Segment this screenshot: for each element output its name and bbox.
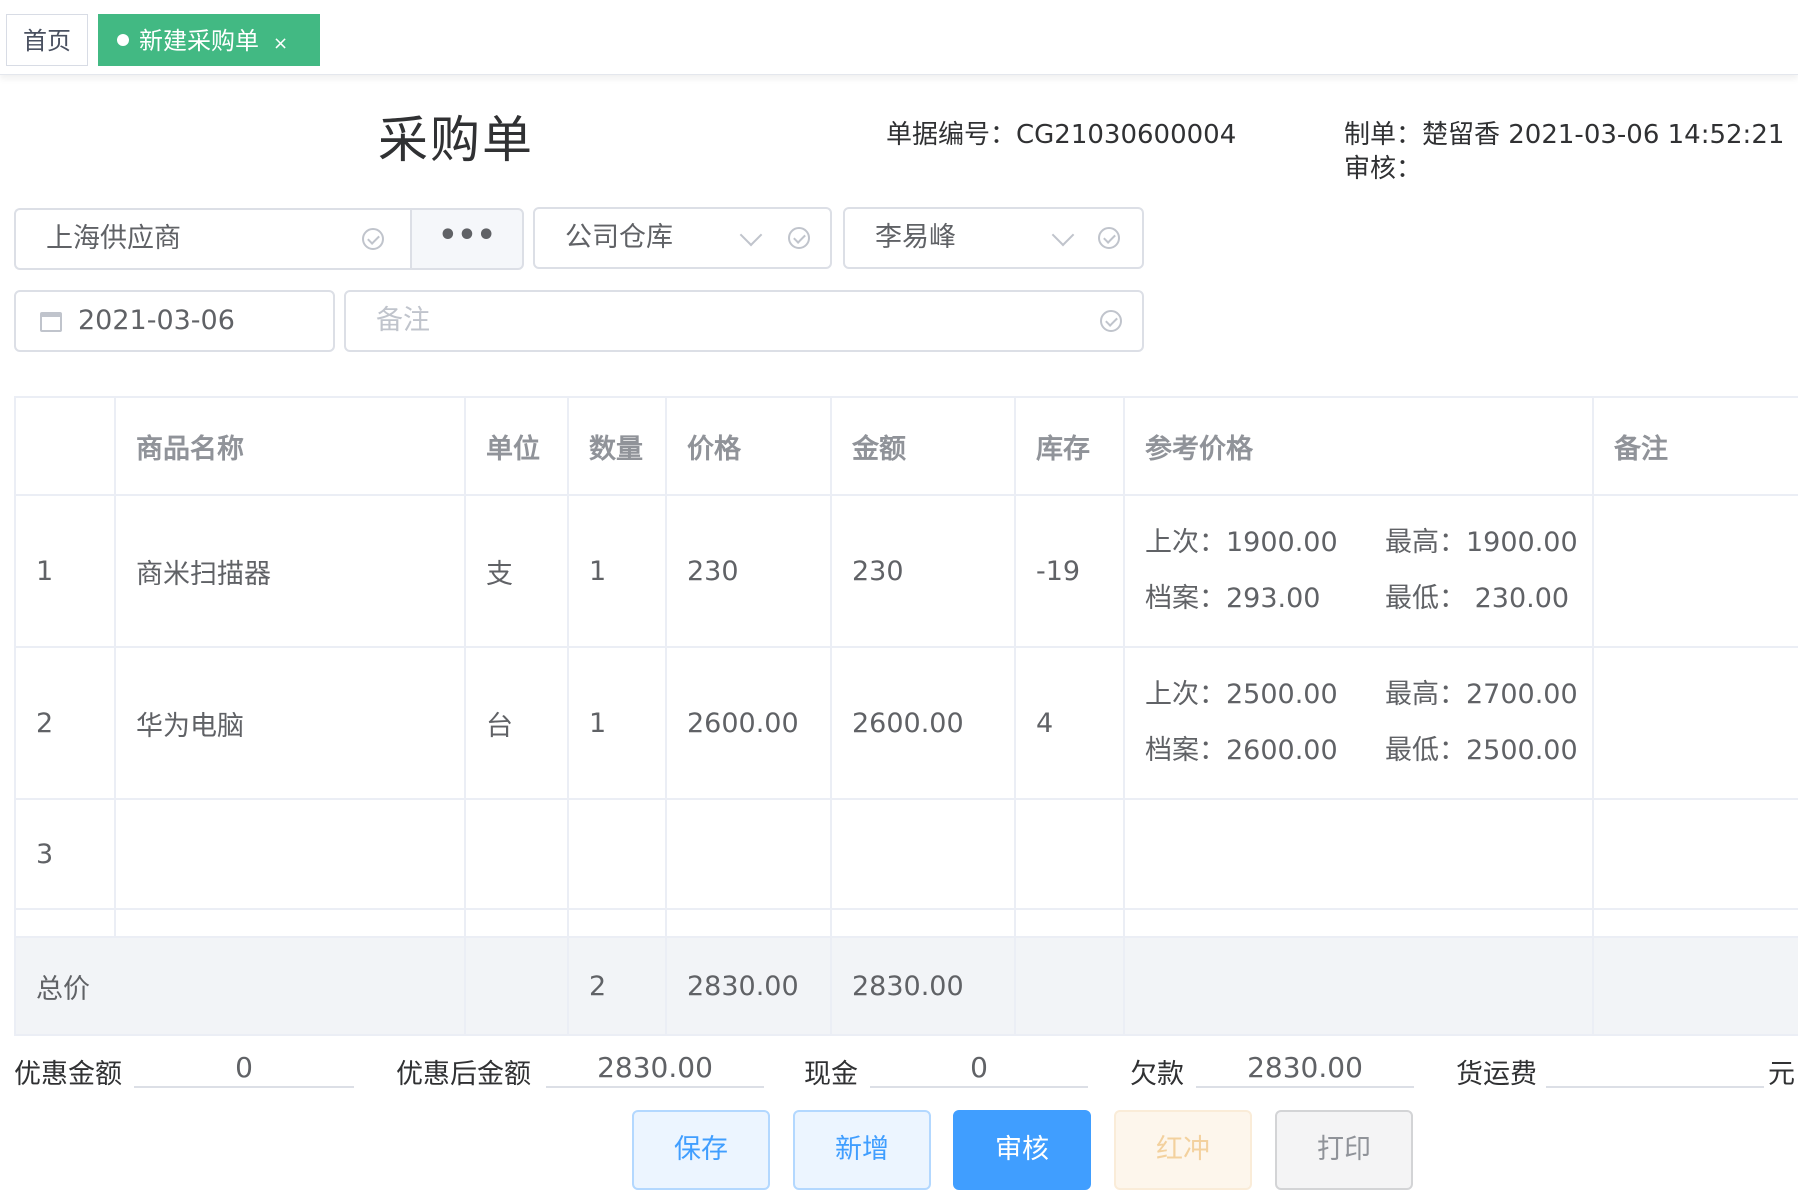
col-header-price: 价格 <box>665 396 832 496</box>
save-button[interactable]: 保存 <box>632 1110 770 1190</box>
items-table: 商品名称 单位 数量 价格 金额 库存 参考价格 备注 1 商米扫描器 支 1 … <box>14 396 1798 1036</box>
total-label: 总价 <box>14 936 466 1036</box>
auditor-info: 审核： <box>1344 154 1423 184</box>
stock-cell: -19 <box>1014 494 1125 648</box>
ref-last: 上次：2500.00 <box>1145 679 1338 710</box>
red-reversal-button[interactable]: 红冲 <box>1114 1110 1252 1190</box>
currency-unit: 元 <box>1768 1059 1795 1090</box>
freight-label: 货运费 <box>1456 1059 1537 1090</box>
discount-label: 优惠金额 <box>14 1059 122 1090</box>
ref-price-cell <box>1123 798 1594 910</box>
remark-cell[interactable] <box>1592 494 1798 648</box>
supplier-value: 上海供应商 <box>46 223 181 254</box>
col-header-index <box>14 396 116 496</box>
unit-cell: 台 <box>464 646 569 800</box>
handler-value: 李易峰 <box>875 222 956 253</box>
amount-cell <box>830 798 1016 910</box>
total-amount: 2830.00 <box>830 936 1016 1036</box>
audit-button[interactable]: 审核 <box>953 1110 1091 1190</box>
ref-price-cell: 上次：2500.00 最高：2700.00 档案：2600.00 最低：2500.0… <box>1123 646 1594 800</box>
unit-cell <box>464 798 569 910</box>
date-value: 2021-03-06 <box>78 305 235 336</box>
check-circle-icon <box>788 227 810 249</box>
close-icon[interactable]: × <box>273 33 288 54</box>
date-picker[interactable]: 2021-03-06 <box>14 290 335 352</box>
maker-info: 制单：楚留香 2021-03-06 14:52:21 <box>1344 120 1785 150</box>
warehouse-value: 公司仓库 <box>565 222 673 253</box>
row-index: 1 <box>14 494 116 648</box>
document-number: 单据编号：CG21030600004 <box>886 120 1237 150</box>
ref-max: 最高：1900.00 <box>1385 527 1578 558</box>
table-row[interactable]: 2 华为电脑 台 1 2600.00 2600.00 4 上次：2500.00 最… <box>14 646 1798 800</box>
supplier-more-button[interactable]: ••• <box>410 208 524 270</box>
chevron-down-icon <box>739 223 763 247</box>
total-price: 2830.00 <box>665 936 832 1036</box>
total-qty: 2 <box>567 936 667 1036</box>
check-circle-icon <box>1098 227 1120 249</box>
after-discount-input[interactable]: 2830.00 <box>546 1050 764 1088</box>
col-header-ref-price: 参考价格 <box>1123 396 1594 496</box>
cash-label: 现金 <box>804 1059 858 1090</box>
col-header-stock: 库存 <box>1014 396 1125 496</box>
row-index: 3 <box>14 798 116 910</box>
tab-home[interactable]: 首页 <box>6 14 88 66</box>
col-header-remark: 备注 <box>1592 396 1798 496</box>
qty-cell[interactable]: 1 <box>567 494 667 648</box>
price-cell[interactable] <box>665 798 832 910</box>
chevron-down-icon <box>1051 223 1075 247</box>
table-row[interactable]: 1 商米扫描器 支 1 230 230 -19 上次：1900.00 最高：190… <box>14 494 1798 648</box>
amount-cell: 2600.00 <box>830 646 1016 800</box>
ref-price-cell: 上次：1900.00 最高：1900.00 档案：293.00 最低： 230.00 <box>1123 494 1594 648</box>
freight-input[interactable] <box>1546 1050 1764 1088</box>
ref-min: 最低：2500.00 <box>1385 735 1578 766</box>
row-index: 2 <box>14 646 116 800</box>
ref-file: 档案：293.00 <box>1145 583 1321 614</box>
page-title: 采购单 <box>378 111 534 169</box>
table-header-row: 商品名称 单位 数量 价格 金额 库存 参考价格 备注 <box>14 396 1798 496</box>
stock-cell: 4 <box>1014 646 1125 800</box>
active-dot-icon <box>117 34 129 46</box>
unit-cell: 支 <box>464 494 569 648</box>
new-button[interactable]: 新增 <box>793 1110 931 1190</box>
table-row[interactable]: 3 <box>14 798 1798 910</box>
after-discount-label: 优惠后金额 <box>396 1059 531 1090</box>
col-header-name: 商品名称 <box>114 396 466 496</box>
total-row: 总价 2 2830.00 2830.00 <box>14 936 1798 1036</box>
ref-max: 最高：2700.00 <box>1385 679 1578 710</box>
product-name-cell[interactable]: 华为电脑 <box>114 646 466 800</box>
warehouse-select[interactable]: 公司仓库 <box>533 207 832 269</box>
calendar-icon <box>40 312 62 332</box>
price-cell[interactable]: 2600.00 <box>665 646 832 800</box>
check-circle-icon <box>1100 310 1122 332</box>
tab-label: 新建采购单 <box>139 27 259 55</box>
amount-cell: 230 <box>830 494 1016 648</box>
print-button[interactable]: 打印 <box>1275 1110 1413 1190</box>
price-cell[interactable]: 230 <box>665 494 832 648</box>
tab-bar: 首页 新建采购单 × <box>0 0 1798 75</box>
ref-last: 上次：1900.00 <box>1145 527 1338 558</box>
col-header-unit: 单位 <box>464 396 569 496</box>
remark-cell[interactable] <box>1592 646 1798 800</box>
check-circle-icon <box>362 228 384 250</box>
remark-cell[interactable] <box>1592 798 1798 910</box>
remark-placeholder: 备注 <box>376 305 430 336</box>
cash-input[interactable]: 0 <box>870 1050 1088 1088</box>
stock-cell <box>1014 798 1125 910</box>
discount-input[interactable]: 0 <box>134 1050 354 1088</box>
col-header-amount: 金额 <box>830 396 1016 496</box>
table-row <box>14 908 1798 938</box>
qty-cell[interactable]: 1 <box>567 646 667 800</box>
product-name-cell[interactable] <box>114 798 466 910</box>
tab-new-purchase-order[interactable]: 新建采购单 × <box>98 14 320 66</box>
handler-select[interactable]: 李易峰 <box>843 207 1144 269</box>
ref-min: 最低： 230.00 <box>1385 583 1570 614</box>
remark-input[interactable]: 备注 <box>344 290 1144 352</box>
debt-label: 欠款 <box>1130 1059 1184 1090</box>
product-name-cell[interactable]: 商米扫描器 <box>114 494 466 648</box>
col-header-qty: 数量 <box>567 396 667 496</box>
supplier-select[interactable]: 上海供应商 <box>14 208 412 270</box>
debt-input[interactable]: 2830.00 <box>1196 1050 1414 1088</box>
ref-file: 档案：2600.00 <box>1145 735 1338 766</box>
qty-cell[interactable] <box>567 798 667 910</box>
